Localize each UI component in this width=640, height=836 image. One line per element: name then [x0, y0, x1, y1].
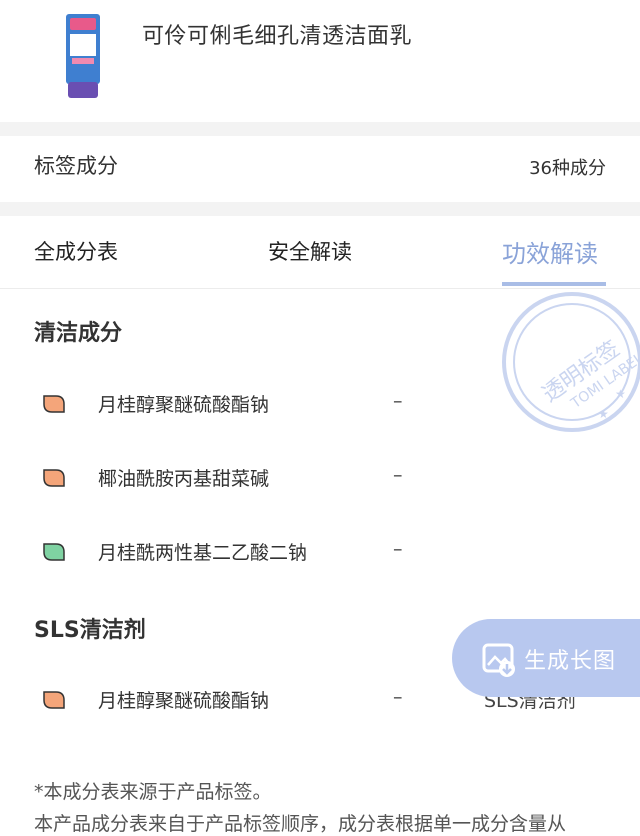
section-title-sls: SLS清洁剂: [34, 618, 146, 643]
product-image: [66, 14, 100, 98]
section-divider: [0, 122, 640, 136]
ingredient-value: –: [393, 538, 403, 560]
ingredient-name: 椰油酰胺丙基甜菜碱: [98, 468, 270, 490]
tab-efficacy-analysis[interactable]: 功效解读: [502, 234, 598, 269]
ingredient-name: 月桂醇聚醚硫酸酯钠: [98, 394, 270, 416]
active-tab-indicator: [502, 282, 606, 286]
label-ingredients-row[interactable]: 标签成分 36种成分: [0, 136, 640, 202]
label-ingredients-title: 标签成分: [34, 154, 118, 178]
leaf-icon: [43, 395, 65, 413]
product-header: 可伶可俐毛细孔清透洁面乳: [0, 0, 640, 122]
tab-full-ingredients[interactable]: 全成分表: [34, 236, 118, 266]
leaf-icon: [43, 543, 65, 561]
ingredient-value: –: [393, 390, 403, 412]
generate-long-image-button[interactable]: 生成长图: [452, 619, 640, 697]
ingredient-name: 月桂酰两性基二乙酸二钠: [98, 542, 308, 564]
ingredient-value: –: [393, 686, 403, 708]
image-download-icon: [482, 643, 515, 677]
section-title-cleansing: 清洁成分: [34, 321, 123, 346]
ingredient-name: 月桂醇聚醚硫酸酯钠: [98, 690, 270, 712]
ingredient-value: –: [393, 464, 403, 486]
tab-safety-analysis[interactable]: 安全解读: [268, 236, 352, 266]
product-name: 可伶可俐毛细孔清透洁面乳: [142, 24, 413, 49]
leaf-icon: [43, 469, 65, 487]
ingredient-count: 36种成分: [529, 158, 606, 179]
ingredient-row[interactable]: 月桂酰两性基二乙酸二钠 –: [0, 534, 640, 574]
generate-long-image-label: 生成长图: [524, 649, 617, 674]
footnote-order: 本产品成分表来自于产品标签顺序，成分表根据单一成分含量从: [34, 813, 567, 835]
tab-bar: 全成分表 安全解读 功效解读: [0, 216, 640, 289]
ingredient-row[interactable]: 月桂醇聚醚硫酸酯钠 –: [0, 386, 640, 426]
section-divider: [0, 202, 640, 216]
footnote-source: *本成分表来源于产品标签。: [34, 781, 272, 803]
ingredient-row[interactable]: 椰油酰胺丙基甜菜碱 –: [0, 460, 640, 500]
leaf-icon: [43, 691, 65, 709]
